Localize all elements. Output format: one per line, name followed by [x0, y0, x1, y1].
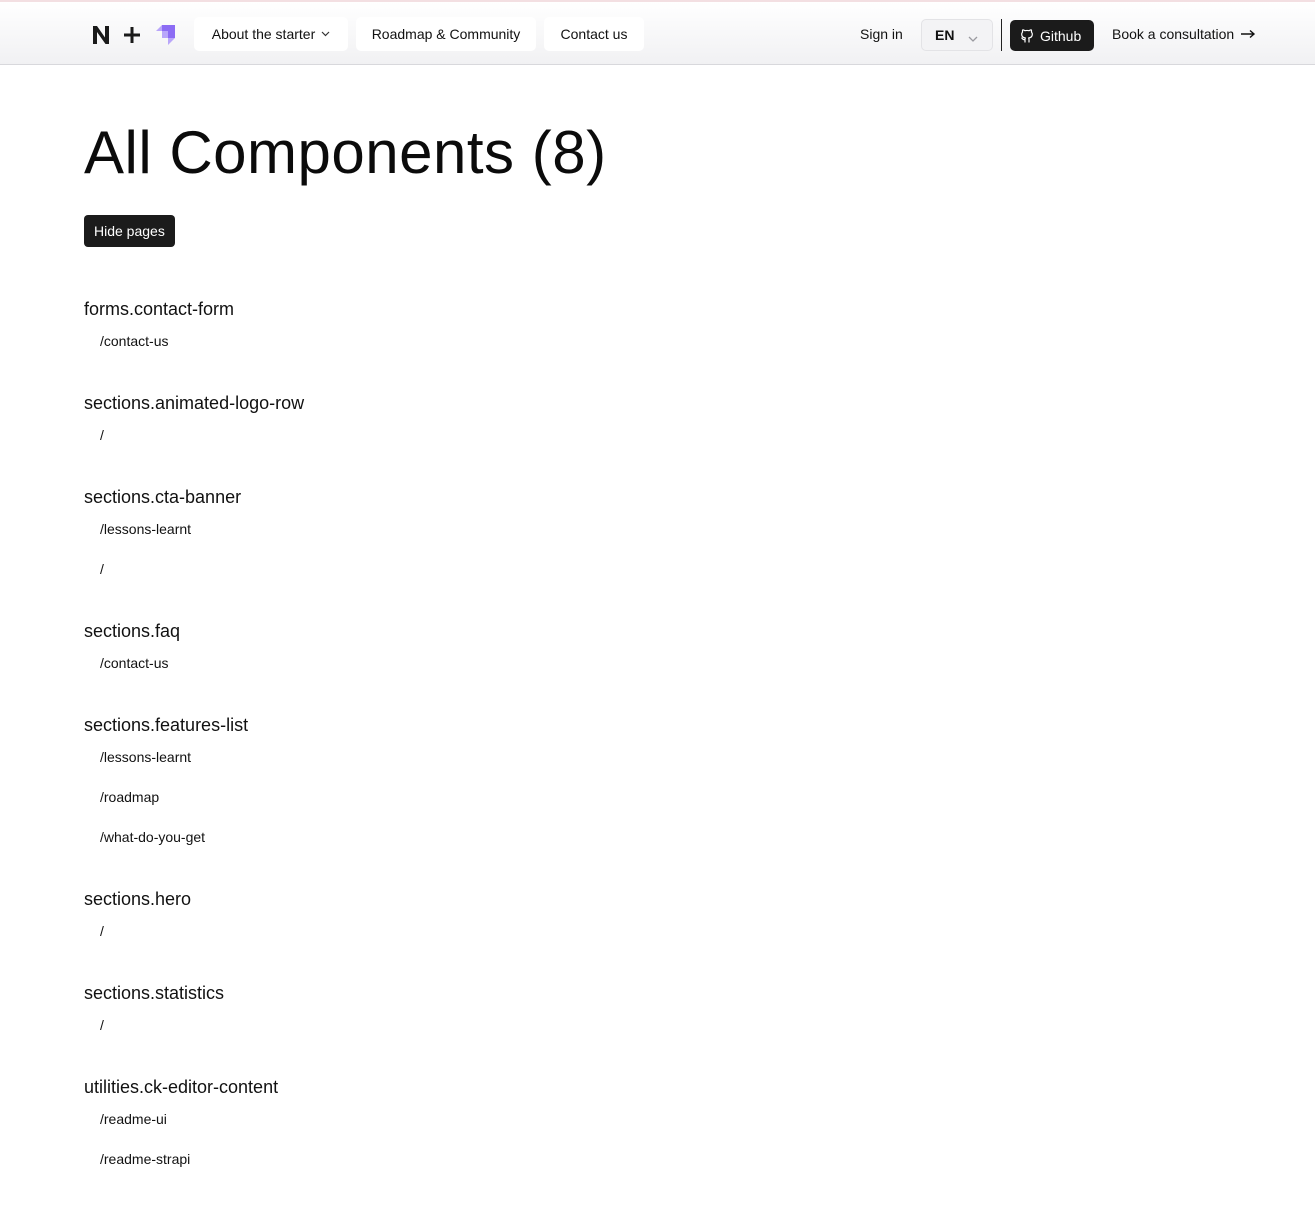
page-link[interactable]: /lessons-learnt — [100, 521, 191, 537]
nav-roadmap-community[interactable]: Roadmap & Community — [356, 17, 536, 51]
component-name: sections.faq — [84, 621, 181, 641]
language-value: EN — [935, 27, 955, 43]
github-label: Github — [1040, 27, 1082, 44]
page-link[interactable]: / — [100, 923, 104, 939]
page-link[interactable]: /readme-strapi — [100, 1151, 190, 1167]
nav-contact-us[interactable]: Contact us — [544, 17, 644, 51]
component-name: sections.animated-logo-row — [84, 393, 305, 413]
page-title: All Components (8) — [84, 119, 607, 186]
component-name: sections.cta-banner — [84, 487, 242, 507]
sign-in-link[interactable]: Sign in — [860, 26, 903, 42]
github-button[interactable]: Github — [1010, 20, 1094, 51]
page-link[interactable]: /readme-ui — [100, 1111, 167, 1127]
chevron-down-icon — [968, 30, 978, 46]
consultation-label: Book a consultation — [1112, 26, 1235, 42]
component-name: sections.features-list — [84, 715, 249, 735]
github-icon — [1021, 29, 1033, 43]
strapi-logo-icon — [156, 25, 175, 45]
hide-pages-button[interactable]: Hide pages — [84, 215, 175, 247]
divider — [1001, 19, 1002, 51]
page-link[interactable]: / — [100, 1017, 104, 1033]
chevron-down-icon — [321, 31, 330, 37]
page-link[interactable]: / — [100, 427, 104, 443]
language-select[interactable]: EN — [921, 19, 993, 51]
page-link[interactable]: /contact-us — [100, 655, 168, 671]
nav-roadmap-label: Roadmap & Community — [371, 26, 521, 42]
page-link[interactable]: /contact-us — [100, 333, 168, 349]
nav-contact-label: Contact us — [560, 26, 628, 42]
component-name: utilities.ck-editor-content — [84, 1077, 279, 1097]
component-name: forms.contact-form — [84, 299, 235, 319]
arrow-right-icon — [1240, 29, 1256, 39]
plus-icon — [124, 27, 140, 43]
nav-about-label: About the starter — [211, 26, 316, 42]
page-link[interactable]: /what-do-you-get — [100, 829, 205, 845]
page-link[interactable]: /lessons-learnt — [100, 749, 191, 765]
nav-about-the-starter[interactable]: About the starter — [194, 17, 348, 51]
component-name: sections.hero — [84, 889, 192, 909]
component-name: sections.statistics — [84, 983, 225, 1003]
brand-logos[interactable] — [90, 20, 179, 50]
page-link[interactable]: /roadmap — [100, 789, 159, 805]
book-consultation-link[interactable]: Book a consultation — [1112, 26, 1256, 42]
page-link[interactable]: / — [100, 561, 104, 577]
top-navigation-bar: About the starter Roadmap & Community Co… — [0, 0, 1315, 65]
nextjs-logo-icon — [93, 26, 109, 44]
